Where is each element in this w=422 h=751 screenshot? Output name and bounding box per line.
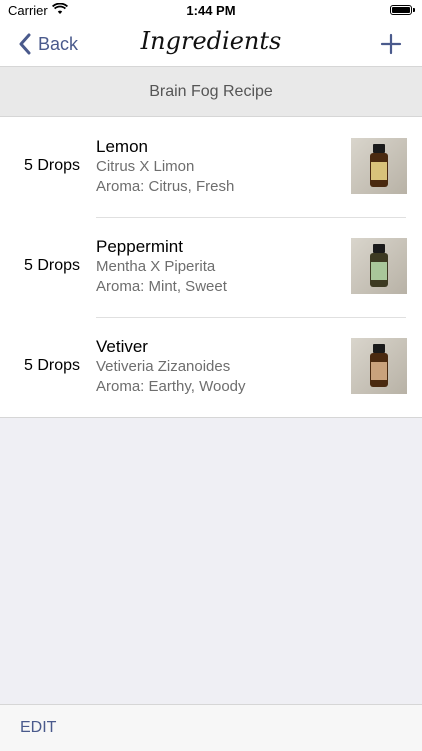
battery-icon — [390, 5, 415, 15]
recipe-title: Brain Fog Recipe — [149, 82, 273, 100]
recipe-header: Brain Fog Recipe — [0, 67, 422, 117]
edit-button[interactable]: EDIT — [20, 719, 56, 737]
list-item[interactable]: 5 Drops Vetiver Vetiveria Zizanoides Aro… — [0, 317, 422, 417]
ingredient-latin-name: Citrus X Limon — [96, 158, 195, 175]
ingredient-list: 5 Drops Lemon Citrus X Limon Aroma: Citr… — [0, 117, 422, 418]
oil-bottle-thumbnail — [351, 138, 407, 194]
bottle-icon — [370, 144, 388, 187]
bottle-icon — [370, 244, 388, 287]
clock: 1:44 PM — [186, 3, 236, 18]
bottom-toolbar: EDIT — [0, 704, 422, 751]
ingredient-latin-name: Mentha X Piperita — [96, 258, 216, 275]
oil-bottle-thumbnail — [351, 338, 407, 394]
drop-count: 5 Drops — [24, 357, 81, 374]
ingredient-aroma: Aroma: Earthy, Woody — [96, 378, 246, 395]
status-bar: Carrier 1:44 PM — [0, 0, 422, 22]
ingredient-latin-name: Vetiveria Zizanoides — [96, 358, 231, 375]
bottle-icon — [370, 344, 388, 387]
navigation-bar: Back Ingredients — [0, 22, 422, 67]
drop-count: 5 Drops — [24, 157, 81, 174]
ingredient-name: Lemon — [96, 137, 148, 156]
ingredient-name: Peppermint — [96, 237, 183, 256]
oil-bottle-thumbnail — [351, 238, 407, 294]
drop-count: 5 Drops — [24, 257, 81, 274]
ingredient-name: Vetiver — [96, 337, 148, 356]
add-icon[interactable] — [380, 33, 402, 55]
page-title: Ingredients — [140, 27, 282, 55]
ingredient-aroma: Aroma: Mint, Sweet — [96, 278, 227, 295]
list-item[interactable]: 5 Drops Lemon Citrus X Limon Aroma: Citr… — [0, 117, 422, 217]
list-item[interactable]: 5 Drops Peppermint Mentha X Piperita Aro… — [0, 217, 422, 317]
ingredient-aroma: Aroma: Citrus, Fresh — [96, 178, 235, 195]
